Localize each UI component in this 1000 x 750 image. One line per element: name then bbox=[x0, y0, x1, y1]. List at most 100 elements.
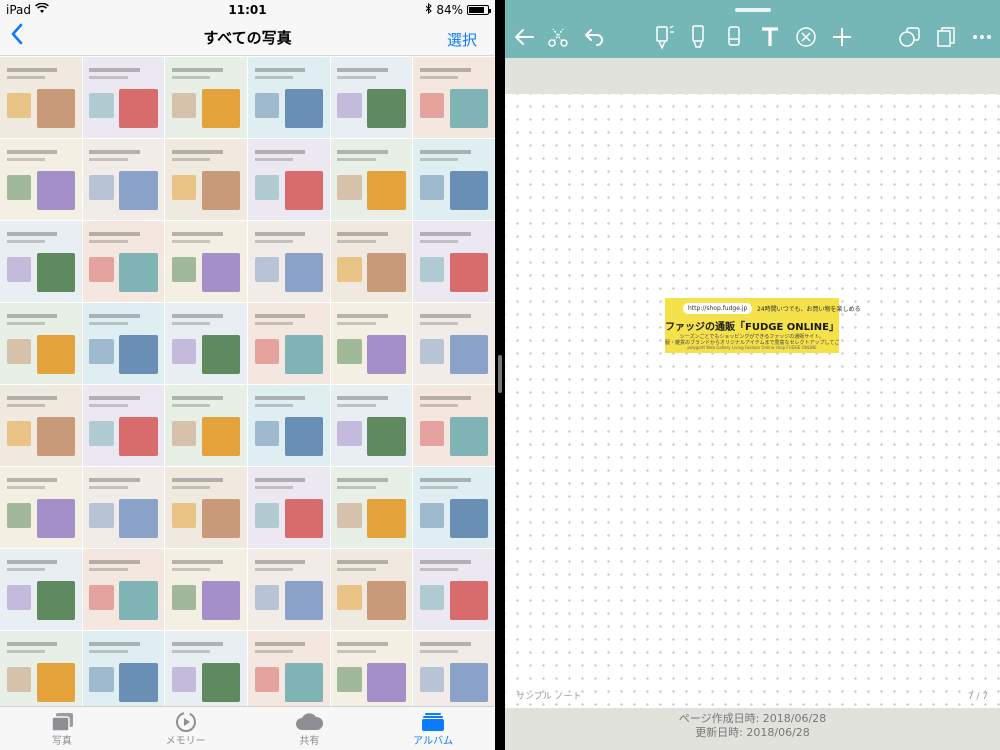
photo-thumbnail[interactable] bbox=[82, 139, 165, 220]
photo-thumbnail[interactable] bbox=[0, 221, 82, 302]
photo-thumbnail[interactable] bbox=[330, 303, 413, 384]
clear-icon[interactable] bbox=[793, 24, 819, 50]
tab-albums[interactable]: アルバム bbox=[371, 707, 495, 750]
thumbnail-content bbox=[254, 667, 280, 692]
photo-thumbnail[interactable] bbox=[247, 467, 330, 548]
photo-thumbnail[interactable] bbox=[413, 221, 495, 302]
photo-thumbnail[interactable] bbox=[0, 549, 82, 630]
photo-thumbnail[interactable] bbox=[413, 549, 495, 630]
thumbnail-content bbox=[36, 171, 76, 211]
photo-thumbnail[interactable] bbox=[330, 139, 413, 220]
photo-thumbnail[interactable] bbox=[413, 303, 495, 384]
photo-thumbnail[interactable] bbox=[82, 303, 165, 384]
thumbnail-content bbox=[254, 240, 293, 244]
back-arrow-icon[interactable] bbox=[511, 24, 537, 50]
photo-thumbnail[interactable] bbox=[0, 303, 82, 384]
photo-thumbnail[interactable] bbox=[165, 631, 247, 712]
photo-thumbnail[interactable] bbox=[165, 303, 247, 384]
text-tool-icon[interactable] bbox=[757, 24, 783, 50]
photo-thumbnail[interactable] bbox=[330, 549, 413, 630]
photo-thumbnail[interactable] bbox=[0, 57, 82, 138]
photo-thumbnail[interactable] bbox=[82, 549, 165, 630]
thumbnail-content bbox=[89, 76, 128, 80]
scissors-icon[interactable] bbox=[545, 24, 571, 50]
pen-icon[interactable] bbox=[651, 24, 677, 50]
thumbnail-content bbox=[419, 175, 445, 200]
thumbnail-content bbox=[36, 335, 76, 375]
shapes-icon[interactable] bbox=[897, 24, 923, 50]
thumbnail-content bbox=[119, 253, 158, 293]
note-page[interactable]: http://shop.fudge.jp 24時間いつでも、お買い物を楽しめる … bbox=[505, 94, 1000, 708]
photo-thumbnail[interactable] bbox=[0, 631, 82, 712]
photo-thumbnail[interactable] bbox=[330, 385, 413, 466]
photo-thumbnail[interactable] bbox=[82, 631, 165, 712]
thumbnail-content bbox=[337, 667, 362, 692]
thumbnail-content bbox=[419, 560, 471, 565]
pasted-image-banner[interactable]: http://shop.fudge.jp 24時間いつでも、お買い物を楽しめる … bbox=[665, 298, 860, 353]
photo-thumbnail[interactable] bbox=[247, 631, 330, 712]
thumbnail-content bbox=[419, 486, 459, 490]
photo-thumbnail[interactable] bbox=[330, 221, 413, 302]
marker-icon[interactable] bbox=[685, 24, 711, 50]
thumbnail-content bbox=[337, 175, 362, 200]
photo-thumbnail[interactable] bbox=[165, 57, 247, 138]
photo-thumbnail[interactable] bbox=[247, 303, 330, 384]
photo-thumbnail[interactable] bbox=[330, 57, 413, 138]
photo-thumbnail[interactable] bbox=[165, 549, 247, 630]
thumbnail-content bbox=[202, 499, 241, 539]
photo-thumbnail[interactable] bbox=[247, 549, 330, 630]
tab-bar: 写真 メモリー 共有 アルバム bbox=[0, 706, 495, 750]
photo-thumbnail[interactable] bbox=[0, 467, 82, 548]
add-icon[interactable] bbox=[829, 24, 855, 50]
tab-photos[interactable]: 写真 bbox=[0, 707, 124, 750]
thumbnail-content bbox=[419, 232, 471, 237]
bluetooth-icon bbox=[425, 2, 433, 17]
photo-thumbnail[interactable] bbox=[413, 57, 495, 138]
thumbnail-content bbox=[254, 150, 306, 155]
thumbnail-content bbox=[254, 396, 306, 401]
photo-thumbnail[interactable] bbox=[247, 221, 330, 302]
eraser-icon[interactable] bbox=[721, 24, 747, 50]
photo-thumbnail[interactable] bbox=[330, 467, 413, 548]
photos-app: iPad 11:01 84% すべての写真 選択 写真 メモリー 共有 アルバム bbox=[0, 0, 495, 750]
thumbnail-content bbox=[171, 322, 211, 326]
tab-memories[interactable]: メモリー bbox=[124, 707, 248, 750]
tab-shared[interactable]: 共有 bbox=[248, 707, 372, 750]
photo-thumbnail[interactable] bbox=[165, 139, 247, 220]
split-view-handle[interactable] bbox=[498, 355, 502, 393]
photo-thumbnail[interactable] bbox=[165, 385, 247, 466]
photo-thumbnail[interactable] bbox=[0, 139, 82, 220]
photo-thumbnail[interactable] bbox=[82, 467, 165, 548]
photo-thumbnail[interactable] bbox=[247, 139, 330, 220]
photo-thumbnail[interactable] bbox=[82, 385, 165, 466]
thumbnail-content bbox=[6, 503, 32, 528]
photo-thumbnail[interactable] bbox=[330, 631, 413, 712]
photo-thumbnail[interactable] bbox=[413, 385, 495, 466]
photo-thumbnail[interactable] bbox=[247, 385, 330, 466]
undo-icon[interactable] bbox=[581, 24, 607, 50]
photo-thumbnail[interactable] bbox=[0, 385, 82, 466]
photo-thumbnail[interactable] bbox=[413, 467, 495, 548]
pages-icon[interactable] bbox=[933, 24, 959, 50]
thumbnail-content bbox=[419, 568, 459, 572]
photo-thumbnail[interactable] bbox=[82, 221, 165, 302]
thumbnail-content bbox=[254, 404, 293, 408]
select-button[interactable]: 選択 bbox=[447, 29, 477, 50]
status-right: 84% bbox=[425, 2, 491, 17]
thumbnail-content bbox=[89, 585, 114, 610]
thumbnail-content bbox=[254, 421, 280, 446]
thumbnail-content bbox=[367, 663, 406, 703]
photo-thumbnail[interactable] bbox=[165, 221, 247, 302]
photo-thumbnail[interactable] bbox=[413, 631, 495, 712]
photo-thumbnail[interactable] bbox=[165, 467, 247, 548]
photo-thumbnail[interactable] bbox=[413, 139, 495, 220]
thumbnail-content bbox=[171, 642, 223, 647]
thumbnail-content bbox=[254, 478, 306, 483]
thumbnail-content bbox=[419, 503, 445, 528]
slide-over-grabber[interactable] bbox=[735, 8, 771, 12]
thumbnail-content bbox=[202, 335, 241, 375]
thumbnail-content bbox=[6, 560, 58, 565]
photo-thumbnail[interactable] bbox=[247, 57, 330, 138]
more-icon[interactable] bbox=[969, 24, 995, 50]
photo-thumbnail[interactable] bbox=[82, 57, 165, 138]
